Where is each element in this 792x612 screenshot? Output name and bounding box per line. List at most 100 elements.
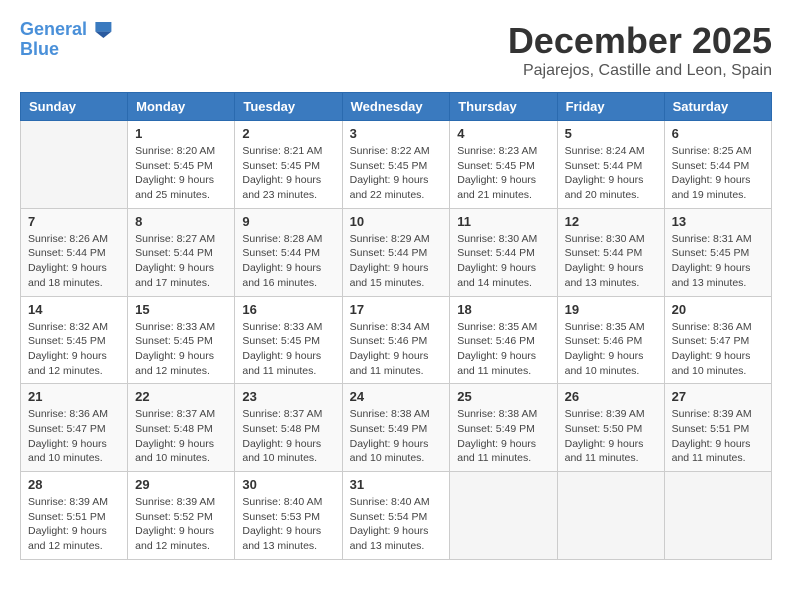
weekday-header-wednesday: Wednesday	[342, 93, 450, 121]
calendar-cell	[450, 472, 557, 560]
week-row-2: 7Sunrise: 8:26 AM Sunset: 5:44 PM Daylig…	[21, 208, 772, 296]
week-row-5: 28Sunrise: 8:39 AM Sunset: 5:51 PM Dayli…	[21, 472, 772, 560]
day-info: Sunrise: 8:36 AM Sunset: 5:47 PM Dayligh…	[28, 407, 120, 466]
day-info: Sunrise: 8:24 AM Sunset: 5:44 PM Dayligh…	[565, 144, 657, 203]
day-info: Sunrise: 8:39 AM Sunset: 5:52 PM Dayligh…	[135, 495, 227, 554]
calendar-cell: 5 Sunrise: 8:24 AM Sunset: 5:44 PM Daylig…	[557, 121, 664, 209]
calendar-cell: 22Sunrise: 8:37 AM Sunset: 5:48 PM Dayli…	[128, 384, 235, 472]
calendar-cell	[21, 121, 128, 209]
calendar-cell: 15 Sunrise: 8:33 AM Sunset: 5:45 PM Dayli…	[128, 296, 235, 384]
day-info: Sunrise: 8:25 AM Sunset: 5:44 PM Dayligh…	[672, 144, 764, 203]
logo: General Blue	[20, 20, 113, 60]
day-info: Sunrise: 8:27 AM Sunset: 5:44 PM Dayligh…	[135, 232, 227, 291]
day-info: Sunrise: 8:31 AM Sunset: 5:45 PM Dayligh…	[672, 232, 764, 291]
weekday-header-tuesday: Tuesday	[235, 93, 342, 121]
day-number: 8	[135, 214, 227, 229]
day-number: 6	[672, 126, 764, 141]
calendar-cell	[557, 472, 664, 560]
day-number: 1	[135, 126, 227, 141]
calendar-cell: 26 Sunrise: 8:39 AM Sunset: 5:50 PM Dayli…	[557, 384, 664, 472]
day-info: Sunrise: 8:32 AM Sunset: 5:45 PM Dayligh…	[28, 320, 120, 379]
calendar-cell: 8 Sunrise: 8:27 AM Sunset: 5:44 PM Daylig…	[128, 208, 235, 296]
day-info: Sunrise: 8:36 AM Sunset: 5:47 PM Dayligh…	[672, 320, 764, 379]
logo-icon	[89, 20, 113, 40]
calendar-cell: 19 Sunrise: 8:35 AM Sunset: 5:46 PM Dayli…	[557, 296, 664, 384]
day-number: 25	[457, 389, 549, 404]
day-info: Sunrise: 8:40 AM Sunset: 5:53 PM Dayligh…	[242, 495, 334, 554]
calendar-cell: 9Sunrise: 8:28 AM Sunset: 5:44 PM Daylig…	[235, 208, 342, 296]
day-number: 29	[135, 477, 227, 492]
calendar-cell: 7Sunrise: 8:26 AM Sunset: 5:44 PM Daylig…	[21, 208, 128, 296]
day-number: 14	[28, 302, 120, 317]
month-title: December 2025	[508, 20, 772, 62]
calendar-cell: 4Sunrise: 8:23 AM Sunset: 5:45 PM Daylig…	[450, 121, 557, 209]
day-info: Sunrise: 8:21 AM Sunset: 5:45 PM Dayligh…	[242, 144, 334, 203]
day-number: 18	[457, 302, 549, 317]
day-number: 30	[242, 477, 334, 492]
calendar-cell: 30 Sunrise: 8:40 AM Sunset: 5:53 PM Dayli…	[235, 472, 342, 560]
weekday-header-saturday: Saturday	[664, 93, 771, 121]
title-section: December 2025 Pajarejos, Castille and Le…	[508, 20, 772, 80]
weekday-header-sunday: Sunday	[21, 93, 128, 121]
day-number: 13	[672, 214, 764, 229]
calendar-cell: 6 Sunrise: 8:25 AM Sunset: 5:44 PM Daylig…	[664, 121, 771, 209]
calendar-cell: 31Sunrise: 8:40 AM Sunset: 5:54 PM Dayli…	[342, 472, 450, 560]
day-number: 27	[672, 389, 764, 404]
day-number: 28	[28, 477, 120, 492]
day-info: Sunrise: 8:33 AM Sunset: 5:45 PM Dayligh…	[135, 320, 227, 379]
calendar-cell: 20 Sunrise: 8:36 AM Sunset: 5:47 PM Dayli…	[664, 296, 771, 384]
day-number: 4	[457, 126, 549, 141]
calendar-cell: 29 Sunrise: 8:39 AM Sunset: 5:52 PM Dayli…	[128, 472, 235, 560]
day-number: 9	[242, 214, 334, 229]
day-number: 15	[135, 302, 227, 317]
calendar-cell: 27Sunrise: 8:39 AM Sunset: 5:51 PM Dayli…	[664, 384, 771, 472]
day-info: Sunrise: 8:35 AM Sunset: 5:46 PM Dayligh…	[565, 320, 657, 379]
calendar-cell: 13 Sunrise: 8:31 AM Sunset: 5:45 PM Dayli…	[664, 208, 771, 296]
calendar-cell: 25 Sunrise: 8:38 AM Sunset: 5:49 PM Dayli…	[450, 384, 557, 472]
day-info: Sunrise: 8:30 AM Sunset: 5:44 PM Dayligh…	[457, 232, 549, 291]
day-info: Sunrise: 8:37 AM Sunset: 5:48 PM Dayligh…	[135, 407, 227, 466]
calendar-cell: 24 Sunrise: 8:38 AM Sunset: 5:49 PM Dayli…	[342, 384, 450, 472]
day-info: Sunrise: 8:39 AM Sunset: 5:50 PM Dayligh…	[565, 407, 657, 466]
day-number: 26	[565, 389, 657, 404]
day-number: 7	[28, 214, 120, 229]
weekday-header-friday: Friday	[557, 93, 664, 121]
calendar: SundayMondayTuesdayWednesdayThursdayFrid…	[20, 92, 772, 560]
day-info: Sunrise: 8:22 AM Sunset: 5:45 PM Dayligh…	[350, 144, 443, 203]
calendar-cell: 3 Sunrise: 8:22 AM Sunset: 5:45 PM Daylig…	[342, 121, 450, 209]
day-number: 3	[350, 126, 443, 141]
day-info: Sunrise: 8:29 AM Sunset: 5:44 PM Dayligh…	[350, 232, 443, 291]
weekday-header-row: SundayMondayTuesdayWednesdayThursdayFrid…	[21, 93, 772, 121]
day-number: 20	[672, 302, 764, 317]
day-number: 24	[350, 389, 443, 404]
calendar-cell: 12Sunrise: 8:30 AM Sunset: 5:44 PM Dayli…	[557, 208, 664, 296]
logo-text: General	[20, 20, 87, 40]
day-info: Sunrise: 8:33 AM Sunset: 5:45 PM Dayligh…	[242, 320, 334, 379]
day-info: Sunrise: 8:38 AM Sunset: 5:49 PM Dayligh…	[350, 407, 443, 466]
week-row-1: 1Sunrise: 8:20 AM Sunset: 5:45 PM Daylig…	[21, 121, 772, 209]
calendar-cell: 18 Sunrise: 8:35 AM Sunset: 5:46 PM Dayli…	[450, 296, 557, 384]
day-info: Sunrise: 8:37 AM Sunset: 5:48 PM Dayligh…	[242, 407, 334, 466]
calendar-cell: 14 Sunrise: 8:32 AM Sunset: 5:45 PM Dayli…	[21, 296, 128, 384]
day-number: 23	[242, 389, 334, 404]
calendar-cell: 1Sunrise: 8:20 AM Sunset: 5:45 PM Daylig…	[128, 121, 235, 209]
day-number: 10	[350, 214, 443, 229]
day-number: 5	[565, 126, 657, 141]
logo-name1: General	[20, 19, 87, 39]
calendar-cell: 23 Sunrise: 8:37 AM Sunset: 5:48 PM Dayli…	[235, 384, 342, 472]
calendar-cell	[664, 472, 771, 560]
location-title: Pajarejos, Castille and Leon, Spain	[508, 62, 772, 80]
logo-text2: Blue	[20, 40, 113, 60]
day-number: 16	[242, 302, 334, 317]
day-number: 19	[565, 302, 657, 317]
calendar-cell: 28Sunrise: 8:39 AM Sunset: 5:51 PM Dayli…	[21, 472, 128, 560]
calendar-cell: 17Sunrise: 8:34 AM Sunset: 5:46 PM Dayli…	[342, 296, 450, 384]
day-number: 31	[350, 477, 443, 492]
calendar-cell: 10 Sunrise: 8:29 AM Sunset: 5:44 PM Dayli…	[342, 208, 450, 296]
day-info: Sunrise: 8:35 AM Sunset: 5:46 PM Dayligh…	[457, 320, 549, 379]
day-number: 12	[565, 214, 657, 229]
day-info: Sunrise: 8:38 AM Sunset: 5:49 PM Dayligh…	[457, 407, 549, 466]
calendar-cell: 11Sunrise: 8:30 AM Sunset: 5:44 PM Dayli…	[450, 208, 557, 296]
top-bar: General Blue December 2025 Pajarejos, Ca…	[20, 20, 772, 84]
calendar-cell: 2Sunrise: 8:21 AM Sunset: 5:45 PM Daylig…	[235, 121, 342, 209]
